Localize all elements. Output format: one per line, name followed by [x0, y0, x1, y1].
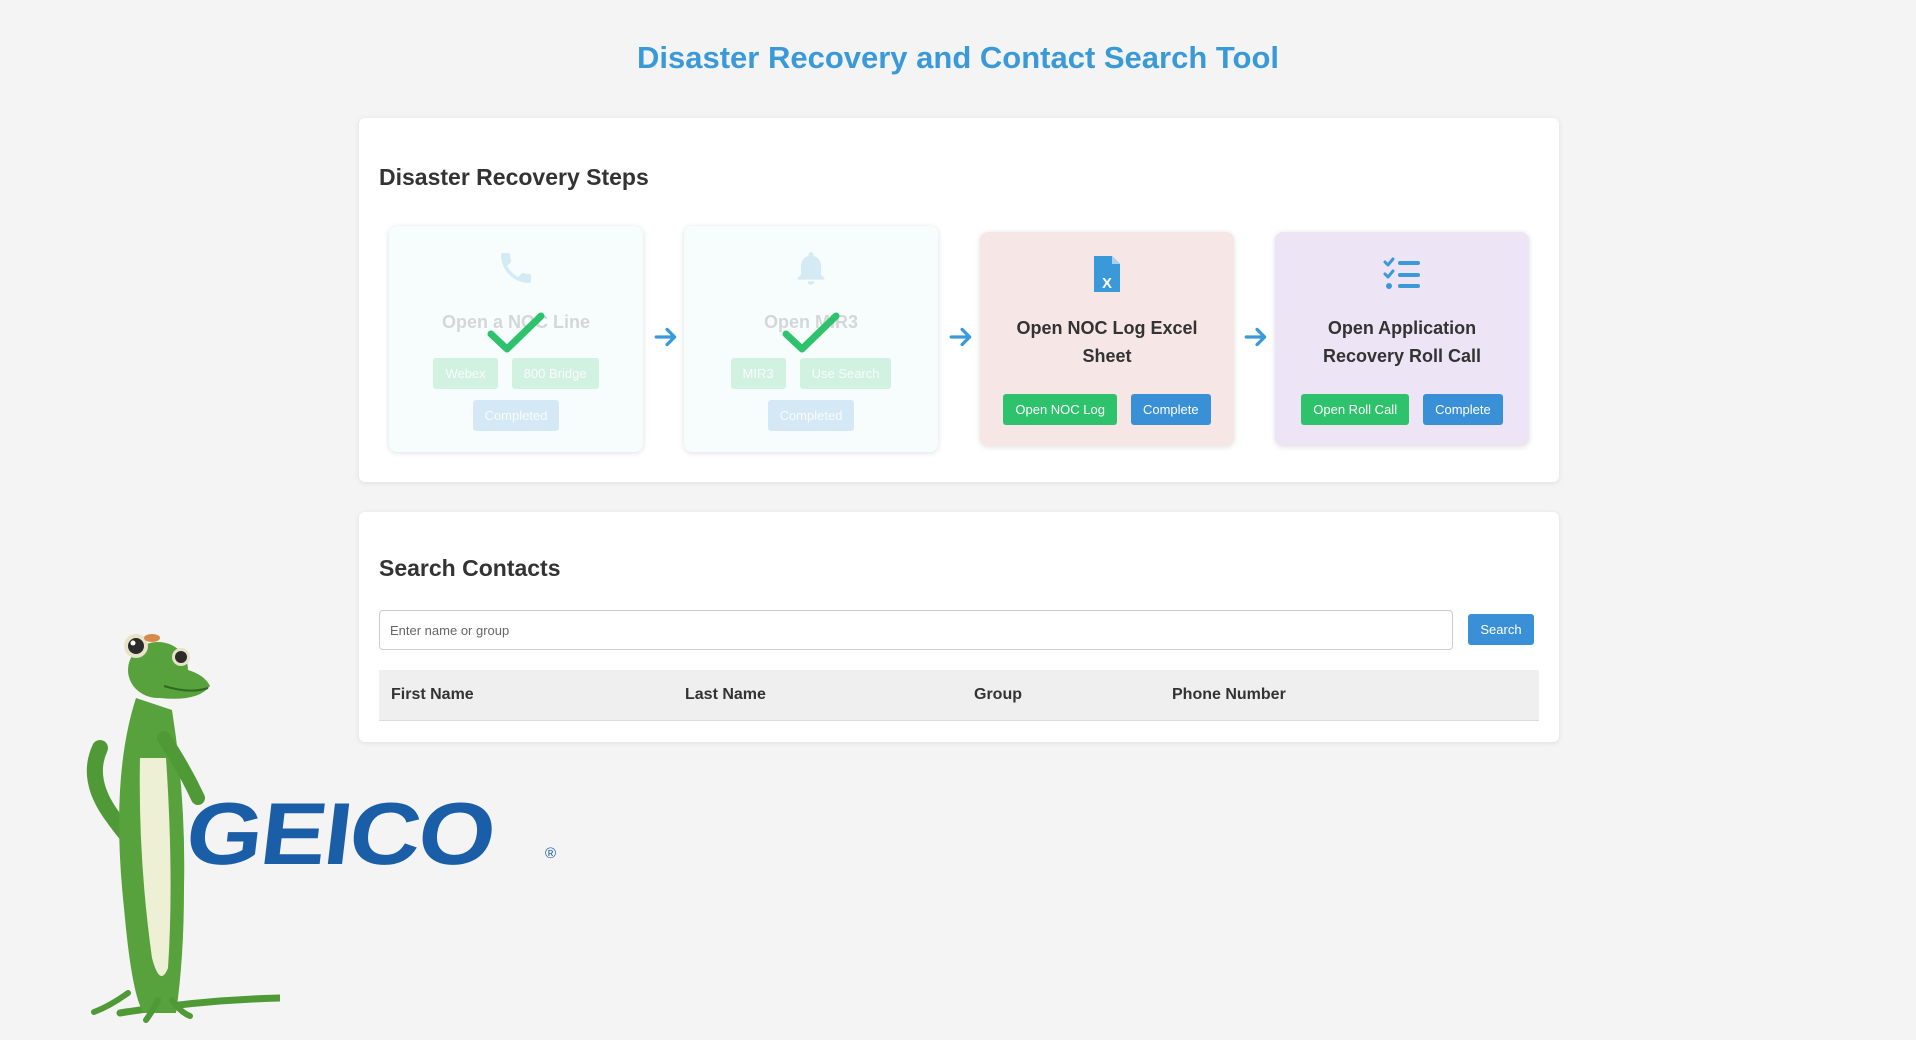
webex-button[interactable]: Webex [433, 358, 498, 389]
svg-text:X: X [1102, 275, 1112, 292]
bell-icon [684, 248, 938, 288]
step-open-noc-line: Open a NOC Line Webex 800 Bridge Complet… [389, 226, 643, 452]
disaster-recovery-steps-card: Disaster Recovery Steps Open a NOC Line … [359, 118, 1559, 482]
completed-button[interactable]: Completed [767, 400, 855, 431]
search-input[interactable] [379, 610, 1453, 650]
arrow-right-icon [948, 324, 974, 355]
column-header-first-name: First Name [391, 686, 474, 703]
search-button[interactable]: Search [1468, 614, 1534, 645]
column-header-last-name: Last Name [685, 686, 766, 703]
search-contacts-card: Search Contacts Search First Name Last N… [359, 512, 1559, 742]
arrow-right-icon [1243, 324, 1269, 355]
column-header-group: Group [974, 686, 1022, 703]
steps-heading: Disaster Recovery Steps [379, 164, 649, 190]
step-title: Open NOC Log Excel Sheet [1016, 318, 1198, 366]
800-bridge-button[interactable]: 800 Bridge [511, 358, 599, 389]
step-title: Open Application Recovery Roll Call [1322, 318, 1482, 366]
step-open-noc-log: X Open NOC Log Excel Sheet Open NOC Log … [980, 232, 1234, 446]
completed-button[interactable]: Completed [472, 400, 560, 431]
column-header-phone-number: Phone Number [1172, 686, 1286, 703]
open-noc-log-button[interactable]: Open NOC Log [1003, 394, 1117, 425]
page-title: Disaster Recovery and Contact Search Too… [636, 40, 1280, 75]
geico-logo: GEICO [181, 784, 500, 883]
complete-button[interactable]: Complete [1423, 394, 1503, 425]
checklist-icon [1275, 254, 1529, 294]
checkmark-icon [389, 312, 643, 354]
checkmark-icon [684, 312, 938, 354]
registered-mark-icon: ® [545, 845, 557, 862]
contacts-table-header: First Name Last Name Group Phone Number [379, 670, 1539, 721]
arrow-right-icon [653, 324, 679, 355]
search-heading: Search Contacts [379, 555, 561, 581]
complete-button[interactable]: Complete [1130, 394, 1211, 425]
phone-icon [389, 248, 643, 288]
mir3-button[interactable]: MIR3 [730, 358, 786, 389]
excel-file-icon: X [980, 254, 1234, 294]
open-roll-call-button[interactable]: Open Roll Call [1301, 394, 1410, 425]
use-search-button[interactable]: Use Search [799, 358, 892, 389]
step-roll-call: Open Application Recovery Roll Call Open… [1275, 232, 1529, 446]
step-open-mir3: Open MIR3 MIR3 Use Search Completed [684, 226, 938, 452]
